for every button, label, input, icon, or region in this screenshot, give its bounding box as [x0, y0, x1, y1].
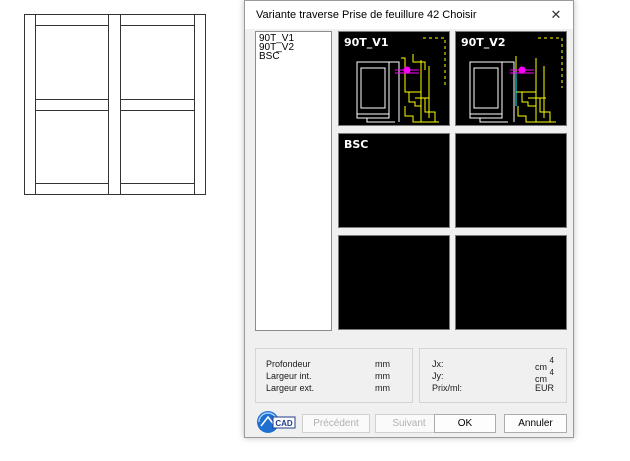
prop-label-jy: Jy: — [432, 371, 444, 381]
tile-label-90t-v1: 90T_V1 — [344, 36, 389, 49]
ok-button[interactable]: OK — [434, 414, 496, 433]
cancel-button[interactable]: Annuler — [504, 414, 567, 433]
cad-logo: CAD — [257, 411, 296, 433]
tile-label-bsc: BSC — [344, 138, 369, 151]
close-icon: ✕ — [550, 7, 562, 22]
dialog-title: Variante traverse Prise de feuillure 42 … — [256, 9, 477, 21]
tile-empty-1[interactable] — [455, 133, 567, 228]
prop-unit-outer-width: mm — [375, 383, 390, 393]
prop-unit-inner-width: mm — [375, 371, 390, 381]
prop-unit-jx-exp: 4 — [549, 356, 554, 365]
prop-label-inner-width: Largeur int. — [266, 371, 312, 381]
tile-90t-v1[interactable]: 90T_V1 — [338, 31, 450, 126]
prop-label-jx: Jx: — [432, 359, 444, 369]
dialog-title-bar: Variante traverse Prise de feuillure 42 … — [245, 1, 573, 29]
prop-unit-depth: mm — [375, 359, 390, 369]
logo-text: CAD — [275, 419, 293, 428]
list-item-bsc[interactable]: BSC — [259, 52, 328, 62]
window-frame-drawing — [24, 14, 206, 195]
prop-label-price: Prix/ml: — [432, 383, 462, 393]
tile-empty-3[interactable] — [455, 235, 567, 330]
variant-dialog: Variante traverse Prise de feuillure 42 … — [244, 0, 574, 438]
tile-empty-2[interactable] — [338, 235, 450, 330]
tile-90t-v2[interactable]: 90T_V2 — [455, 31, 567, 126]
dimensions-group: Profondeur mm Largeur int. mm Largeur ex… — [255, 348, 413, 403]
next-button[interactable]: Suivant — [375, 414, 443, 433]
prop-unit-jy-exp: 4 — [549, 368, 554, 377]
tile-bsc[interactable]: BSC — [338, 133, 450, 228]
tile-label-90t-v2: 90T_V2 — [461, 36, 506, 49]
prop-label-outer-width: Largeur ext. — [266, 383, 315, 393]
previous-button[interactable]: Précédent — [302, 414, 370, 433]
prop-label-depth: Profondeur — [266, 359, 311, 369]
close-button[interactable]: ✕ — [539, 1, 573, 29]
variant-list[interactable]: 90T_V1 90T_V2 BSC — [255, 31, 332, 331]
inertia-group: Jx: cm 4 Jy: cm 4 Prix/ml: EUR — [419, 348, 567, 403]
prop-unit-price: EUR — [535, 383, 555, 393]
